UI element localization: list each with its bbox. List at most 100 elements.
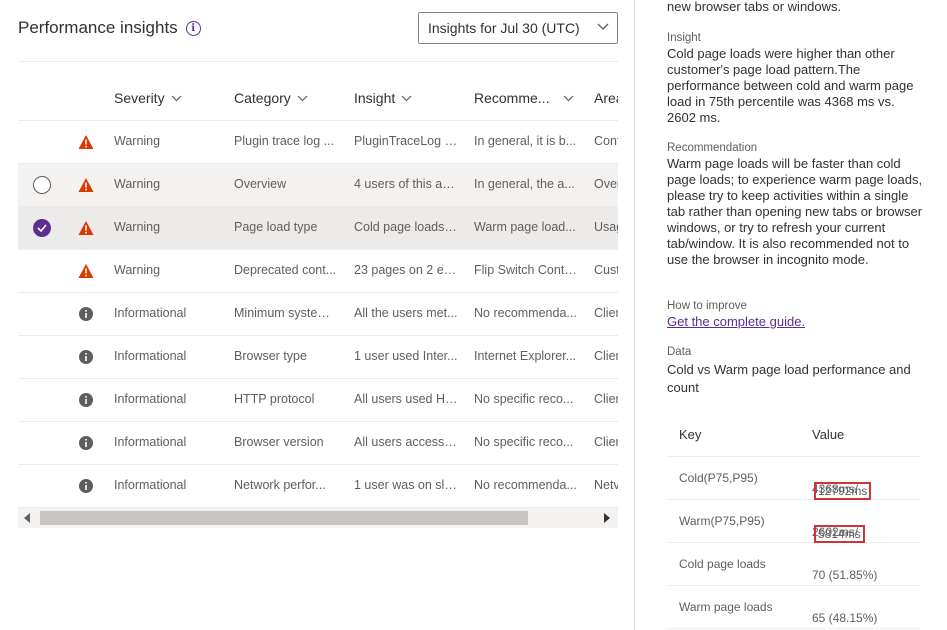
severity-cell: Informational — [114, 435, 187, 449]
column-label: Category — [234, 90, 291, 106]
insight-cell: PluginTraceLog s... — [354, 134, 458, 148]
insight-cell: All users used HT... — [354, 392, 458, 406]
column-label: Area — [594, 90, 618, 106]
column-label: Insight — [354, 90, 396, 106]
insight-cell: Cold page loads ... — [354, 220, 458, 234]
category-cell: Overview — [234, 177, 287, 191]
category-cell: Browser type — [234, 349, 307, 363]
severity-cell: Informational — [114, 392, 187, 406]
column-label: Recomme... — [474, 90, 550, 106]
category-cell: Deprecated cont... — [234, 263, 337, 277]
recommendation-cell: Internet Explorer... — [474, 349, 577, 363]
severity-cell: Warning — [114, 134, 161, 148]
chevron-down-icon — [597, 23, 609, 30]
recommendation-cell: No recommenda... — [474, 306, 577, 320]
severity-cell: Informational — [114, 478, 187, 492]
category-cell: Minimum system... — [234, 306, 338, 320]
scroll-left-icon[interactable] — [24, 513, 30, 523]
data-title: Cold vs Warm page load performance and c… — [667, 362, 911, 395]
key-cell: Cold page loads — [679, 557, 766, 571]
column-label: Severity — [114, 90, 165, 106]
column-header-category[interactable]: Category — [234, 90, 308, 106]
insights-pane: Performance insights i Insights for Jul … — [0, 0, 634, 630]
chevron-down-icon — [401, 95, 412, 102]
category-cell: Plugin trace log ... — [234, 134, 335, 148]
scroll-right-icon[interactable] — [604, 513, 610, 523]
data-table: Key Value Cold(P75,P95) 4368ms/12792ms War… — [667, 414, 920, 629]
info-icon[interactable]: i — [185, 20, 201, 36]
warning-triangle-icon — [78, 178, 94, 192]
table-row[interactable]: Informational HTTP protocol All users used… — [18, 379, 618, 422]
grid-header: Severity Category Insight Recomme... Are… — [18, 78, 618, 121]
info-circle-icon — [79, 350, 93, 364]
table-row[interactable]: Warning Deprecated cont... 23 pages on 2 e… — [18, 250, 618, 293]
insight-cell: 23 pages on 2 en... — [354, 263, 458, 277]
key-cell: Warm(P75,P95) — [679, 514, 765, 528]
info-circle-icon — [79, 307, 93, 321]
improve-label: How to improve — [667, 300, 747, 312]
area-cell: Clier — [594, 306, 618, 320]
warning-triangle-icon — [78, 221, 94, 235]
table-row[interactable]: Warning Plugin trace log ... PluginTraceLo… — [18, 121, 618, 164]
severity-cell: Warning — [114, 263, 161, 277]
data-label: Data — [667, 346, 692, 358]
highlighted-value: 12792ms — [814, 482, 872, 500]
table-row[interactable]: Informational Browser type 1 user used Int… — [18, 336, 618, 379]
recommendation-cell: No recommenda... — [474, 478, 577, 492]
info-circle-icon — [79, 393, 93, 407]
data-table-row: Warm(P75,P95) 2602ms/5814ms — [667, 500, 920, 543]
page-title: Performance insights i — [18, 18, 201, 38]
complete-guide-link[interactable]: Get the complete guide. — [667, 314, 805, 330]
highlighted-value: 5814ms — [814, 525, 865, 543]
scrollbar-thumb[interactable] — [40, 511, 528, 525]
column-header-area[interactable]: Area — [594, 90, 618, 106]
insight-cell: 1 user was on slo... — [354, 478, 458, 492]
value-part: 70 (51.85%) — [812, 568, 878, 582]
category-cell: Page load type — [234, 220, 318, 234]
insight-cell: All users accesse... — [354, 435, 458, 449]
recommendation-label: Recommendation — [667, 142, 758, 154]
recommendation-cell: No specific reco... — [474, 392, 574, 406]
category-cell: Browser version — [234, 435, 324, 449]
insights-grid: Severity Category Insight Recomme... Are… — [18, 78, 618, 508]
area-cell: Netv — [594, 478, 618, 492]
column-header-insight[interactable]: Insight — [354, 90, 412, 106]
area-cell: Cust — [594, 263, 618, 277]
severity-cell: Informational — [114, 306, 187, 320]
area-cell: Clier — [594, 349, 618, 363]
row-select-checkbox[interactable] — [33, 219, 51, 237]
horizontal-scrollbar[interactable] — [18, 508, 618, 528]
recommendation-cell: Flip Switch Contr... — [474, 263, 578, 277]
dropdown-value: Insights for Jul 30 (UTC) — [428, 20, 580, 36]
area-cell: Clier — [594, 392, 618, 406]
recommendation-cell: In general, it is b... — [474, 134, 577, 148]
area-cell: Clier — [594, 435, 618, 449]
panel-divider — [634, 0, 635, 630]
data-table-row: Cold(P75,P95) 4368ms/12792ms — [667, 457, 920, 500]
insight-label: Insight — [667, 32, 701, 44]
area-cell: Over — [594, 177, 618, 191]
row-select-checkbox[interactable] — [33, 176, 51, 194]
table-row[interactable]: Informational Minimum system... All the us… — [18, 293, 618, 336]
data-table-row: Warm page loads 65 (48.15%) — [667, 586, 920, 629]
table-row[interactable]: Warning Page load type Cold page loads ...… — [18, 207, 618, 250]
warning-triangle-icon — [78, 135, 94, 149]
table-row[interactable]: Informational Network perfor... 1 user was… — [18, 465, 618, 508]
key-cell: Cold(P75,P95) — [679, 471, 758, 485]
severity-cell: Informational — [114, 349, 187, 363]
table-row[interactable]: Warning Overview 4 users of this ap... In g… — [18, 164, 618, 207]
divider — [18, 61, 618, 62]
column-header-severity[interactable]: Severity — [114, 90, 182, 106]
table-row[interactable]: Informational Browser version All users ac… — [18, 422, 618, 465]
data-table-row: Cold page loads 70 (51.85%) — [667, 543, 920, 586]
recommendation-cell: In general, the a... — [474, 177, 575, 191]
recommendation-cell: Warm page load... — [474, 220, 576, 234]
data-table-rows: Cold(P75,P95) 4368ms/12792ms Warm(P75,P95)… — [667, 457, 920, 629]
value-part: 65 (48.15%) — [812, 611, 878, 625]
insight-text: Cold page loads were higher than other c… — [667, 46, 914, 125]
data-table-header: Key Value — [667, 414, 920, 457]
info-circle-icon — [79, 436, 93, 450]
column-header-recommendation[interactable]: Recomme... — [474, 90, 574, 106]
chevron-down-icon — [171, 95, 182, 102]
insights-date-dropdown[interactable]: Insights for Jul 30 (UTC) — [418, 12, 618, 44]
